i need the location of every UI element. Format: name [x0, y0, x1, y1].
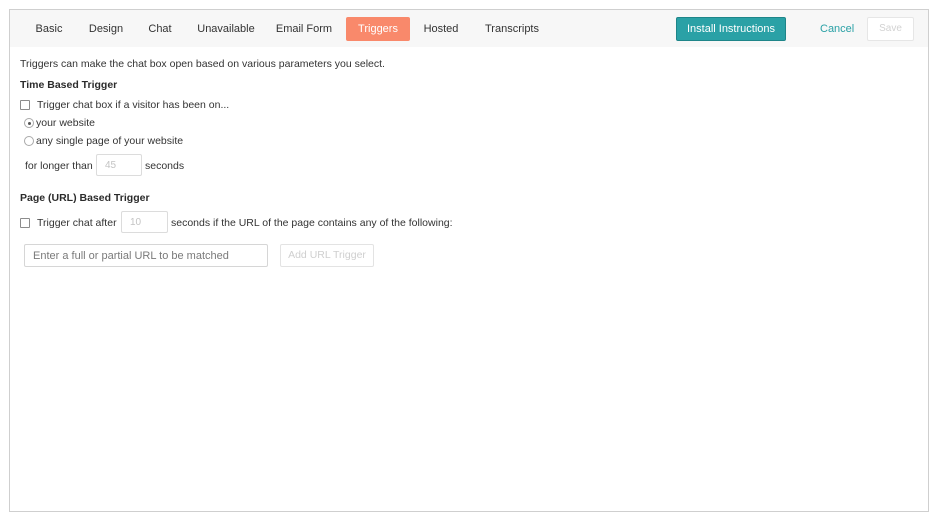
url-trigger-label: Trigger chat after	[37, 217, 117, 229]
time-trigger-label: Trigger chat box if a visitor has been o…	[37, 99, 230, 111]
tab-unavailable[interactable]: Unavailable	[192, 17, 260, 41]
radio-single-page[interactable]	[24, 136, 34, 146]
tab-design[interactable]: Design	[82, 17, 130, 41]
settings-panel: Basic Design Chat Unavailable Email Form…	[9, 9, 929, 512]
intro-text: Triggers can make the chat box open base…	[20, 58, 385, 70]
tab-chat[interactable]: Chat	[142, 17, 178, 41]
tab-bar: Basic Design Chat Unavailable Email Form…	[10, 10, 928, 47]
radio-single-page-label: any single page of your website	[36, 135, 184, 147]
radio-your-website[interactable]	[24, 118, 34, 128]
tab-hosted[interactable]: Hosted	[418, 17, 464, 41]
url-trigger-heading: Page (URL) Based Trigger	[20, 192, 150, 204]
time-trigger-checkbox[interactable]	[20, 100, 30, 110]
tab-triggers[interactable]: Triggers	[346, 17, 410, 41]
radio-your-website-label: your website	[36, 117, 95, 129]
save-button[interactable]: Save	[867, 17, 914, 41]
add-url-trigger-button[interactable]: Add URL Trigger	[280, 244, 374, 267]
url-match-input[interactable]	[24, 244, 268, 267]
time-trigger-heading: Time Based Trigger	[20, 79, 118, 91]
seconds-label: seconds	[145, 160, 185, 172]
url-seconds-input[interactable]	[121, 211, 168, 233]
url-trigger-checkbox[interactable]	[20, 218, 30, 228]
url-trigger-suffix: seconds if the URL of the page contains …	[171, 217, 453, 229]
tab-basic[interactable]: Basic	[28, 17, 70, 41]
cancel-button[interactable]: Cancel	[820, 17, 854, 41]
install-instructions-button[interactable]: Install Instructions	[676, 17, 786, 41]
tab-transcripts[interactable]: Transcripts	[480, 17, 544, 41]
longer-than-label: for longer than	[25, 160, 93, 172]
time-seconds-input[interactable]	[96, 154, 142, 176]
tab-email-form[interactable]: Email Form	[272, 17, 336, 41]
